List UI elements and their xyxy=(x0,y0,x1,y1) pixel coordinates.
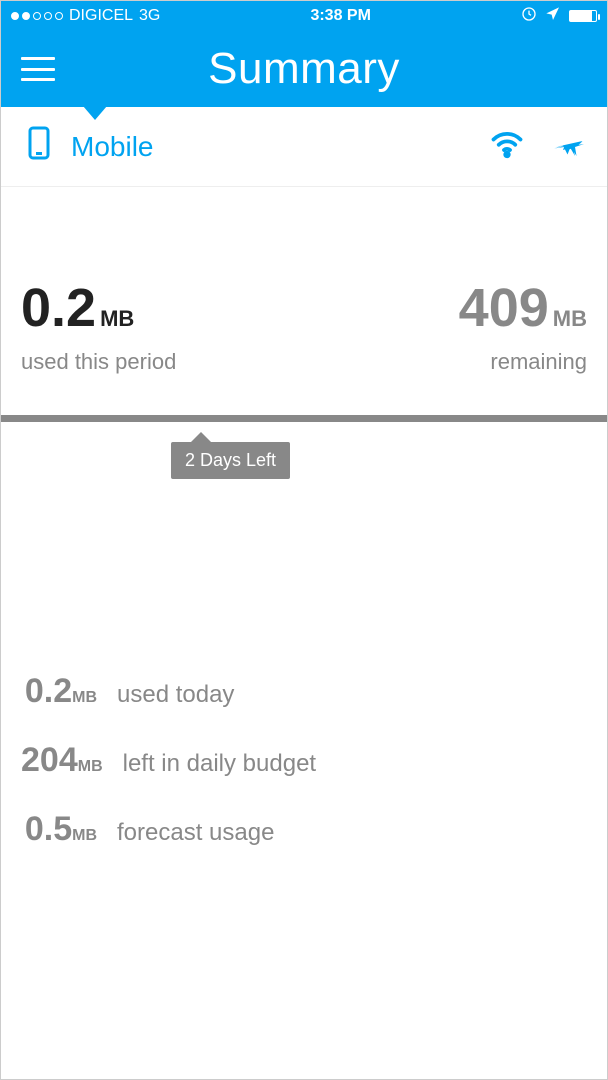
status-right xyxy=(521,6,597,27)
phone-icon xyxy=(21,125,57,168)
location-icon xyxy=(545,6,561,27)
signal-dots-icon xyxy=(11,12,63,20)
stat-value: 0.5MB xyxy=(21,810,97,849)
stat-label: left in daily budget xyxy=(123,750,316,778)
status-left: DIGICEL 3G xyxy=(11,7,160,25)
stat-label: used today xyxy=(117,681,234,709)
page-title: Summary xyxy=(208,44,400,94)
tab-roaming[interactable] xyxy=(551,126,587,167)
stat-label: forecast usage xyxy=(117,819,274,847)
remaining-label: remaining xyxy=(459,349,587,375)
usage-used-block: 0.2MB used this period xyxy=(21,277,176,375)
usage-remaining-block: 409MB remaining xyxy=(459,277,587,375)
orientation-lock-icon xyxy=(521,6,537,27)
used-value: 0.2 xyxy=(21,278,96,338)
remaining-value: 409 xyxy=(459,278,549,338)
status-time: 3:38 PM xyxy=(310,7,370,25)
battery-icon xyxy=(569,10,597,22)
usage-row: 0.2MB used this period 409MB remaining xyxy=(1,187,607,395)
used-label: used this period xyxy=(21,349,176,375)
stat-value: 204MB xyxy=(21,741,103,780)
network-label: 3G xyxy=(139,7,160,25)
stat-left-budget: 204MB left in daily budget xyxy=(21,741,587,780)
days-left-badge: 2 Days Left xyxy=(171,442,290,479)
carrier-label: DIGICEL xyxy=(69,7,133,25)
remaining-unit: MB xyxy=(553,306,587,331)
tabs-row: Mobile xyxy=(1,107,607,187)
header: Summary xyxy=(1,31,607,107)
tab-mobile-label: Mobile xyxy=(71,131,153,163)
used-unit: MB xyxy=(100,306,134,331)
tab-wifi[interactable] xyxy=(489,126,525,167)
status-bar: DIGICEL 3G 3:38 PM xyxy=(1,1,607,31)
active-tab-indicator-icon xyxy=(83,106,107,120)
stat-used-today: 0.2MB used today xyxy=(21,672,587,711)
stat-forecast: 0.5MB forecast usage xyxy=(21,810,587,849)
stat-value: 0.2MB xyxy=(21,672,97,711)
tab-mobile[interactable]: Mobile xyxy=(21,125,153,168)
app-screen: DIGICEL 3G 3:38 PM Summary Mobile xyxy=(0,0,608,1080)
stats-list: 0.2MB used today 204MB left in daily bud… xyxy=(1,422,607,849)
timeline-bar[interactable] xyxy=(1,415,607,422)
menu-button[interactable] xyxy=(21,57,55,81)
